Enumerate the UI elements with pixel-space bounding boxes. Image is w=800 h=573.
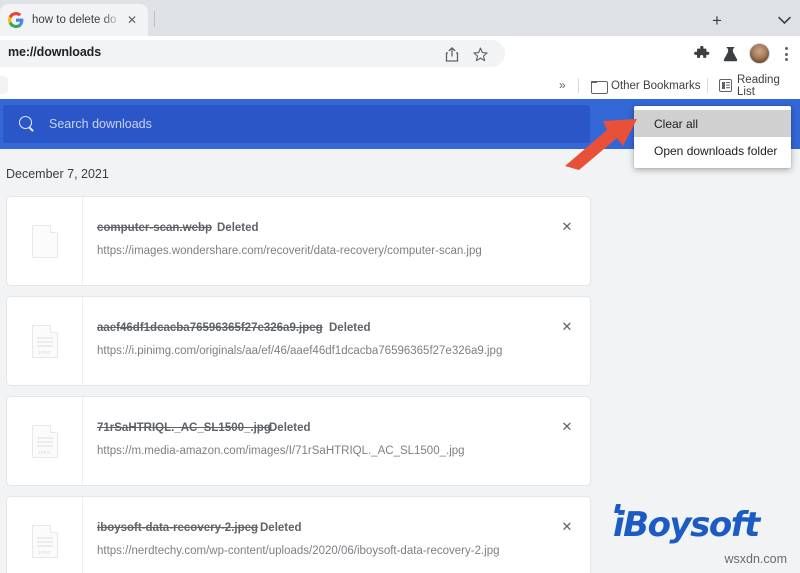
bookmark-other-bookmarks[interactable]: Other Bookmarks xyxy=(591,77,700,94)
download-file-icon-cell xyxy=(7,197,83,285)
bookmarks-bar: » Other Bookmarks Reading List xyxy=(0,71,800,99)
new-tab-button[interactable]: + xyxy=(705,8,729,32)
tab-title: how to delete do xyxy=(32,14,117,26)
iboysoft-watermark-logo: iBoysoft wsxdn.com xyxy=(613,504,793,570)
download-status-badge: Deleted xyxy=(260,522,302,534)
download-source-url: https://m.media-amazon.com/images/I/71rS… xyxy=(97,445,465,457)
download-status-badge: Deleted xyxy=(269,422,311,434)
tab-separator xyxy=(154,11,155,27)
bookmarks-overflow-button[interactable]: » xyxy=(559,78,566,92)
download-file-icon-cell: JPEG xyxy=(7,397,83,485)
downloads-date-group-header: December 7, 2021 xyxy=(6,167,109,181)
download-file-icon-cell: JPEG xyxy=(7,497,83,573)
bookmarks-divider xyxy=(578,78,579,93)
search-downloads-field[interactable]: Search downloads xyxy=(3,105,590,143)
tab-close-icon[interactable]: ✕ xyxy=(124,12,140,28)
downloads-more-actions-menu: Clear all Open downloads folder xyxy=(634,106,791,168)
download-filename: aaef46df1dcacba76596365f27e326a9.jpeg xyxy=(97,322,323,334)
download-source-url: https://images.wondershare.com/recoverit… xyxy=(97,245,482,257)
red-arrow-annotation xyxy=(563,108,653,170)
bookmark-label: Reading List xyxy=(737,73,780,98)
extensions-puzzle-icon[interactable] xyxy=(692,44,712,64)
jpeg-file-icon: JPEG xyxy=(31,524,58,558)
download-item-row[interactable]: JPEG aaef46df1dcacba76596365f27e326a9.jp… xyxy=(6,296,591,386)
browser-tab[interactable]: how to delete do ✕ xyxy=(0,4,148,36)
jpeg-file-icon: JPEG xyxy=(31,424,58,458)
experiments-flask-icon[interactable] xyxy=(720,44,740,64)
folder-icon xyxy=(591,80,608,94)
file-icon xyxy=(31,224,58,258)
logo-text: iBoysoft xyxy=(613,504,793,545)
bookmarks-divider-2 xyxy=(707,78,708,93)
download-status-badge: Deleted xyxy=(217,222,259,234)
download-filename: iboysoft-data-recovery-2.jpeg xyxy=(97,522,259,534)
reading-list-icon xyxy=(719,79,732,92)
bookmark-star-icon[interactable] xyxy=(470,44,490,64)
bookmark-reading-list[interactable]: Reading List xyxy=(719,74,800,98)
menu-item-clear-all[interactable]: Clear all xyxy=(634,110,791,137)
file-extension-label: JPEG xyxy=(38,449,51,455)
download-remove-icon[interactable]: ✕ xyxy=(558,417,576,435)
download-filename: 71rSaHTRIQL._AC_SL1500_.jpg xyxy=(97,422,271,434)
profile-avatar[interactable] xyxy=(749,43,770,64)
download-item-row[interactable]: JPEG iboysoft-data-recovery-2.jpeg Delet… xyxy=(6,496,591,573)
search-input-placeholder: Search downloads xyxy=(49,117,152,131)
tab-search-chevron-down-icon[interactable] xyxy=(772,8,796,32)
bookmark-label: Other Bookmarks xyxy=(611,79,701,92)
chrome-menu-kebab-icon[interactable] xyxy=(778,44,794,64)
download-remove-icon[interactable]: ✕ xyxy=(558,517,576,535)
download-item-row[interactable]: computer-scan.webp Deleted https://image… xyxy=(6,196,591,286)
share-icon[interactable] xyxy=(442,44,462,64)
address-bar-url: me://downloads xyxy=(8,45,102,59)
file-extension-label: JPEG xyxy=(38,349,51,355)
site-watermark: wsxdn.com xyxy=(724,552,787,566)
menu-item-open-downloads-folder[interactable]: Open downloads folder xyxy=(634,137,791,164)
download-file-icon-cell: JPEG xyxy=(7,297,83,385)
bookmark-item-partial[interactable] xyxy=(0,76,8,94)
jpeg-file-icon: JPEG xyxy=(31,324,58,358)
browser-window: how to delete do ✕ + me://downloads » Ot… xyxy=(0,0,800,573)
google-g-icon xyxy=(8,12,24,28)
file-extension-label: JPEG xyxy=(38,549,51,555)
download-item-row[interactable]: JPEG 71rSaHTRIQL._AC_SL1500_.jpg Deleted… xyxy=(6,396,591,486)
download-remove-icon[interactable]: ✕ xyxy=(558,317,576,335)
download-filename: computer-scan.webp xyxy=(97,222,213,234)
browser-toolbar: me://downloads xyxy=(0,36,800,71)
download-remove-icon[interactable]: ✕ xyxy=(558,217,576,235)
download-source-url: https://nerdtechy.com/wp-content/uploads… xyxy=(97,545,500,557)
download-status-badge: Deleted xyxy=(329,322,371,334)
download-source-url: https://i.pinimg.com/originals/aa/ef/46/… xyxy=(97,345,503,357)
tab-strip: how to delete do ✕ + xyxy=(0,0,800,36)
logo-brand: Boysoft xyxy=(623,505,760,545)
search-icon xyxy=(19,115,36,133)
